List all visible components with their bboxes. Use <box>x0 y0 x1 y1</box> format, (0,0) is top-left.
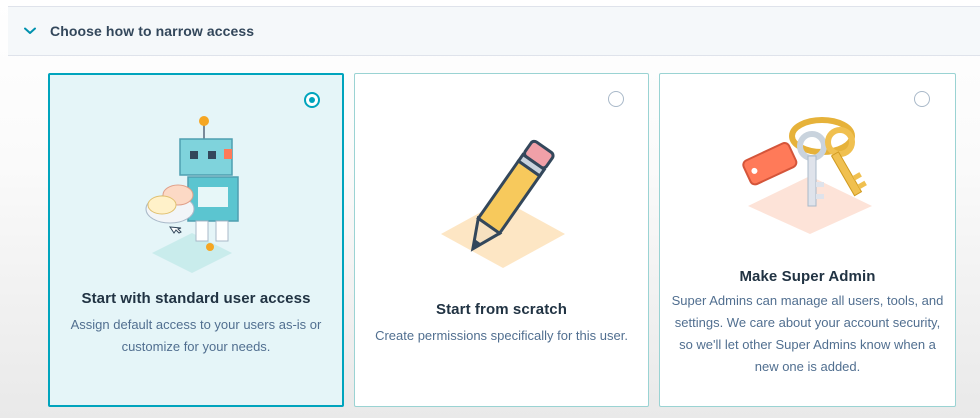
option-card-super-admin[interactable]: Make Super Admin Super Admins can manage… <box>659 73 956 407</box>
section-title: Choose how to narrow access <box>50 23 255 39</box>
option-title: Make Super Admin <box>739 268 876 285</box>
pencil-illustration <box>441 139 565 268</box>
option-description: Create permissions specifically for this… <box>375 328 628 343</box>
access-section-header[interactable]: Choose how to narrow access <box>8 6 980 56</box>
robot-illustration <box>145 116 239 273</box>
radio-standard-access[interactable] <box>304 92 320 108</box>
chevron-down-icon[interactable] <box>10 27 50 35</box>
radio-super-admin[interactable] <box>914 91 930 107</box>
option-card-standard-access[interactable]: Start with standard user access Assign d… <box>48 73 344 407</box>
option-description: Assign default access to your users as-i… <box>70 317 322 354</box>
option-title: Start with standard user access <box>81 290 311 307</box>
keys-illustration <box>742 117 872 234</box>
radio-from-scratch[interactable] <box>608 91 624 107</box>
option-title: Start from scratch <box>435 301 567 318</box>
option-description: Super Admins can manage all users, tools… <box>671 293 944 374</box>
option-card-from-scratch[interactable]: Start from scratch Create permissions sp… <box>354 73 649 407</box>
